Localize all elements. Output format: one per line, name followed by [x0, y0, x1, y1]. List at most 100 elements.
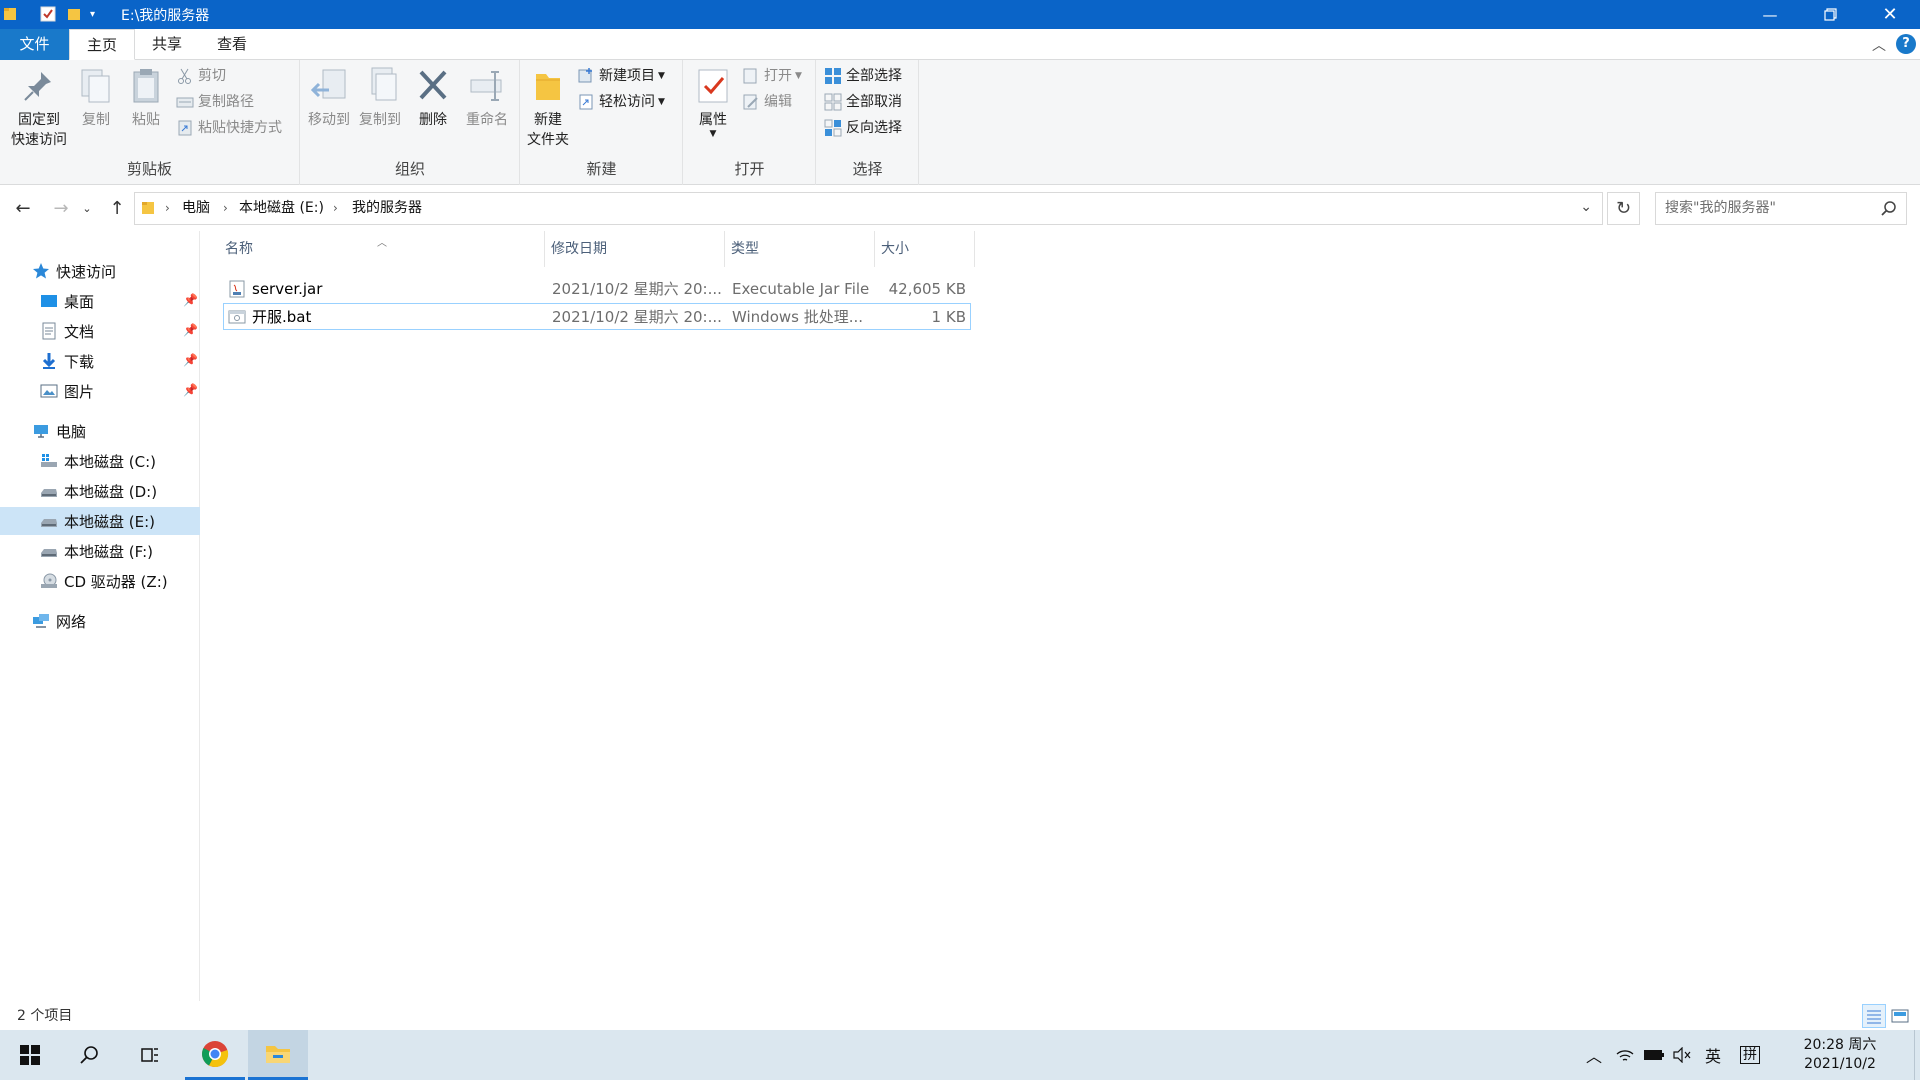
details-view-icon[interactable] [1862, 1004, 1886, 1028]
tab-view[interactable]: 查看 [200, 29, 264, 60]
breadcrumb-chevron-icon[interactable]: › [333, 193, 338, 224]
network-icon [32, 612, 50, 630]
file-row[interactable]: 开服.bat 2021/10/2 星期六 20:... Windows 批处理.… [223, 303, 971, 330]
address-dropdown-icon[interactable]: ⌄ [1580, 199, 1592, 215]
new-folder-button[interactable]: 新建 文件夹 [523, 66, 573, 150]
delete-button[interactable]: 删除 [413, 66, 453, 130]
tab-file[interactable]: 文件 [0, 29, 69, 60]
minimize-icon[interactable]: — [1740, 0, 1800, 29]
invert-selection-button[interactable]: 反向选择 [824, 117, 902, 139]
show-desktop-button[interactable] [1914, 1030, 1920, 1080]
ime-mode-indicator[interactable]: 拼 [1736, 1030, 1764, 1080]
address-bar[interactable]: › 电脑 › 本地磁盘 (E:) › 我的服务器 ⌄ [134, 192, 1603, 225]
pin-quick-access-button[interactable]: 固定到 快速访问 [4, 66, 74, 150]
breadcrumb-chevron-icon[interactable]: › [223, 193, 228, 224]
nav-desktop[interactable]: 桌面 📌 [0, 287, 200, 315]
select-none-button[interactable]: 全部取消 [824, 91, 902, 113]
paste-button[interactable]: 粘贴 [125, 66, 167, 130]
paste-label: 粘贴 [132, 112, 160, 128]
column-date-label: 修改日期 [551, 241, 607, 257]
column-header-size[interactable]: 大小 [875, 231, 975, 267]
open-button[interactable]: 打开 ▼ [742, 65, 802, 87]
cut-button[interactable]: 剪切 [176, 65, 226, 87]
nav-downloads[interactable]: 下载 📌 [0, 347, 200, 375]
nav-this-pc[interactable]: 电脑 [0, 417, 200, 445]
wifi-icon[interactable] [1612, 1030, 1638, 1080]
search-placeholder[interactable]: 搜索"我的服务器" [1665, 193, 1776, 224]
nav-drive-f[interactable]: 本地磁盘 (F:) [0, 537, 200, 565]
properties-quick-icon[interactable] [40, 5, 56, 23]
search-icon[interactable] [60, 1030, 120, 1080]
new-item-button[interactable]: 新建项目 ▼ [577, 65, 665, 87]
nav-drive-z[interactable]: CD 驱动器 (Z:) [0, 567, 200, 595]
file-name[interactable]: server.jar [252, 276, 542, 302]
column-type-label: 类型 [731, 241, 759, 257]
system-clock[interactable]: 20:28 周六 2021/10/2 [1800, 1036, 1880, 1074]
up-arrow-icon[interactable]: ↑ [104, 195, 130, 221]
file-type: Windows 批处理... [732, 308, 864, 326]
breadcrumb-chevron-icon[interactable]: › [165, 193, 170, 224]
column-header-type[interactable]: 类型 [725, 231, 875, 267]
restore-icon[interactable] [1800, 0, 1860, 29]
file-explorer-icon[interactable] [248, 1030, 308, 1080]
pin-icon[interactable]: 📌 [183, 383, 198, 397]
search-icon[interactable] [1880, 200, 1898, 218]
edit-button[interactable]: 编辑 [742, 91, 792, 113]
search-box[interactable]: 搜索"我的服务器" [1655, 192, 1907, 225]
windows-start-icon[interactable] [0, 1030, 60, 1080]
close-icon[interactable]: ✕ [1860, 0, 1920, 29]
pin-icon[interactable]: 📌 [183, 323, 198, 337]
properties-check-icon [693, 66, 733, 106]
file-row[interactable]: server.jar 2021/10/2 星期六 20:... Executab… [223, 276, 971, 303]
properties-button[interactable]: 属性 ▼ [688, 66, 738, 139]
nav-quick-access[interactable]: 快速访问 [0, 257, 200, 285]
new-folder-label-line1: 新建 [534, 112, 562, 128]
customize-quick-access-icon[interactable]: ▾ [90, 5, 95, 23]
select-group-label: 选择 [852, 160, 883, 178]
nav-pictures[interactable]: 图片 📌 [0, 377, 200, 405]
copy-path-label: 复制路径 [198, 94, 254, 110]
breadcrumb-drive-e[interactable]: 本地磁盘 (E:) [239, 193, 324, 224]
copy-path-button[interactable]: 复制路径 [176, 91, 254, 113]
task-view-icon[interactable] [120, 1030, 180, 1080]
copy-to-button[interactable]: 复制到 [355, 66, 405, 130]
tab-share[interactable]: 共享 [136, 29, 198, 60]
new-item-dropdown-icon: ▼ [658, 71, 665, 81]
file-name[interactable]: 开服.bat [252, 304, 542, 330]
forward-arrow-icon[interactable]: → [48, 195, 74, 221]
nav-documents[interactable]: 文档 📌 [0, 317, 200, 345]
input-language-indicator[interactable]: 英 [1700, 1030, 1726, 1080]
collapse-ribbon-icon[interactable]: ︿ [1872, 35, 1886, 55]
pin-icon[interactable]: 📌 [183, 293, 198, 307]
paste-shortcut-button[interactable]: 粘贴快捷方式 [176, 117, 282, 139]
volume-muted-icon[interactable] [1669, 1030, 1695, 1080]
column-header-date[interactable]: 修改日期 [545, 231, 725, 267]
breadcrumb-current-folder[interactable]: 我的服务器 [352, 193, 422, 224]
file-list: ︿ 名称 修改日期 类型 大小 server.jar 2021/10/2 星期六… [201, 231, 1920, 1001]
back-arrow-icon[interactable]: ← [10, 195, 36, 221]
nav-drive-e[interactable]: 本地磁盘 (E:) [0, 507, 200, 535]
recent-locations-chevron-icon[interactable]: ⌄ [79, 195, 95, 221]
pin-icon[interactable]: 📌 [183, 353, 198, 367]
help-icon[interactable]: ? [1896, 34, 1916, 54]
cd-drive-icon [40, 572, 58, 590]
show-hidden-icons-chevron-icon[interactable]: ︿ [1582, 1030, 1606, 1080]
nav-drive-c[interactable]: 本地磁盘 (C:) [0, 447, 200, 475]
rename-button[interactable]: 重命名 [461, 66, 513, 130]
move-to-button[interactable]: 移动到 [304, 66, 354, 130]
properties-dropdown-icon: ▼ [709, 129, 717, 139]
nav-drive-d[interactable]: 本地磁盘 (D:) [0, 477, 200, 505]
breadcrumb-this-pc[interactable]: 电脑 [182, 193, 210, 224]
nav-network[interactable]: 网络 [0, 607, 200, 635]
system-drive-icon [40, 452, 58, 470]
select-all-button[interactable]: 全部选择 [824, 65, 902, 87]
copy-button[interactable]: 复制 [76, 66, 116, 130]
refresh-icon[interactable]: ↻ [1607, 192, 1640, 225]
column-header-name[interactable]: 名称 [219, 231, 545, 267]
large-icons-view-icon[interactable] [1888, 1004, 1912, 1028]
battery-icon[interactable] [1641, 1030, 1667, 1080]
tab-home[interactable]: 主页 [69, 29, 135, 60]
easy-access-button[interactable]: 轻松访问 ▼ [577, 91, 665, 113]
chrome-icon[interactable] [185, 1030, 245, 1080]
new-folder-quick-icon[interactable] [66, 5, 82, 23]
